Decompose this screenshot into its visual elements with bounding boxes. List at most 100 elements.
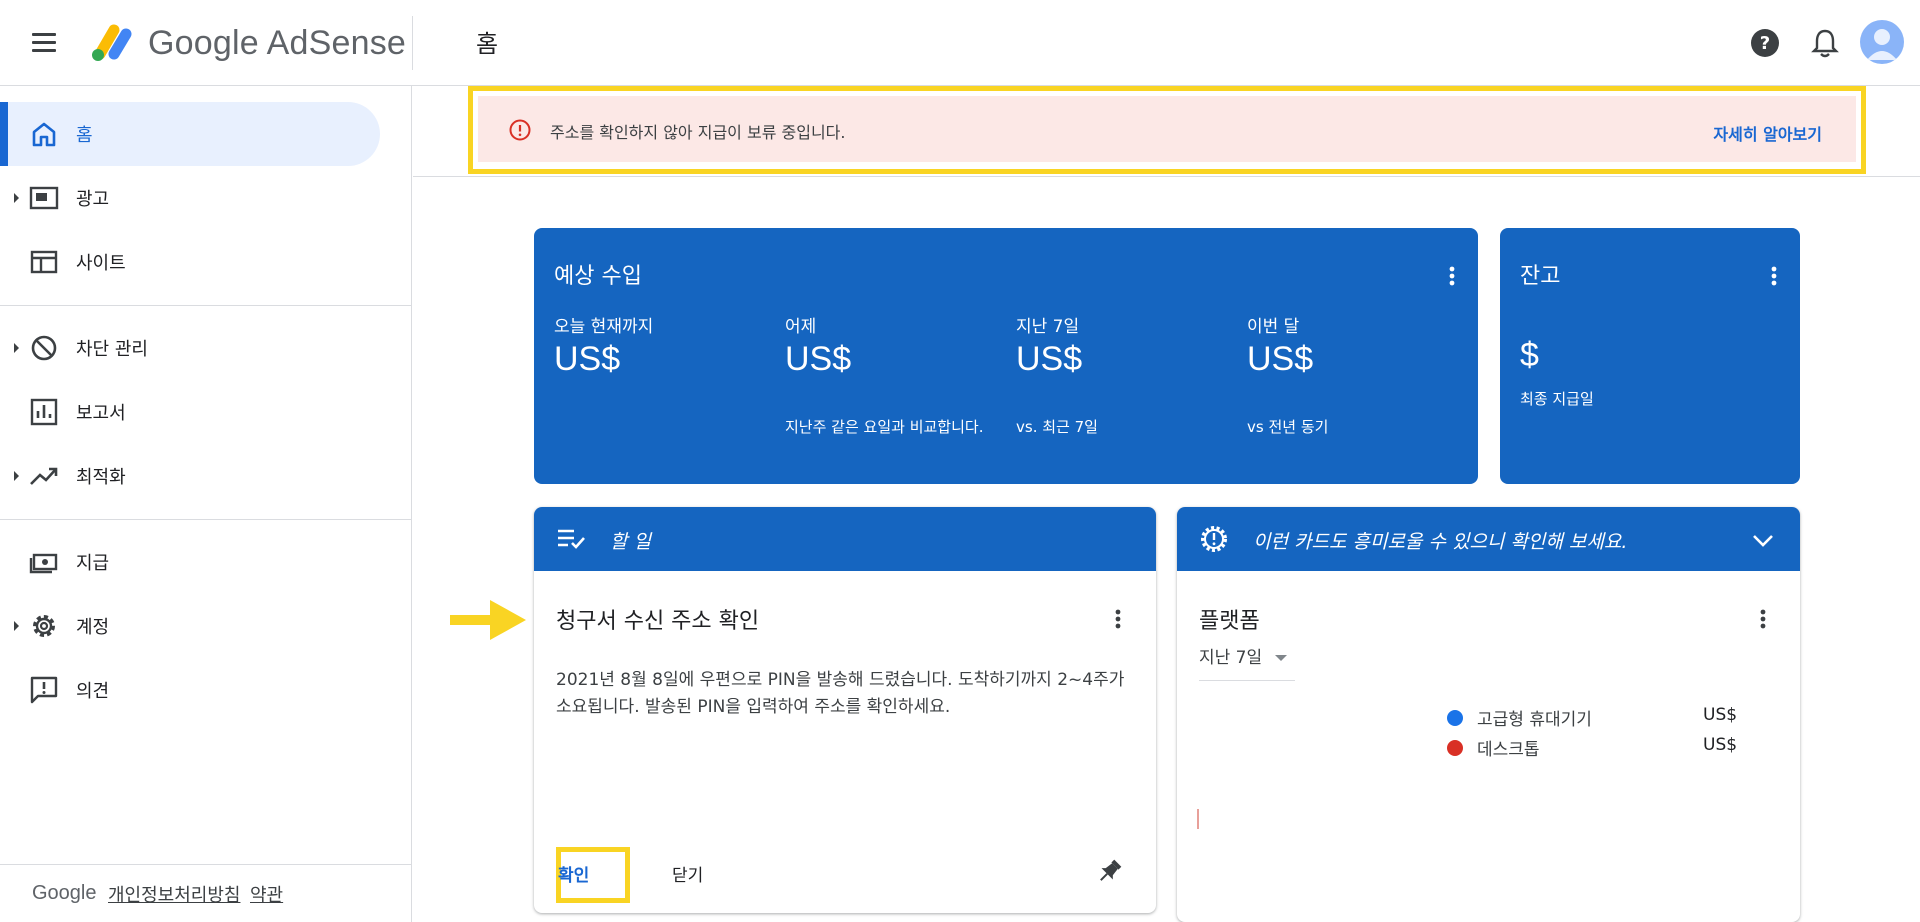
sidebar-item-account[interactable]: 계정 [0, 594, 380, 658]
sidebar-item-label: 광고 [76, 189, 110, 210]
stat-comparison: vs 전년 동기 [1247, 418, 1329, 436]
stat-value: US$ [1247, 340, 1314, 378]
alert-banner: 주소를 확인하지 않아 지급이 보류 중입니다. 자세히 알아보기 [478, 96, 1856, 162]
sites-icon [30, 250, 58, 274]
footer-google-text: Google [32, 882, 97, 904]
suggestion-header-title: 이런 카드도 흥미로울 수 있으니 확인해 보세요. [1253, 531, 1628, 553]
menu-icon[interactable] [30, 31, 60, 55]
top-app-bar: Google AdSense 홈 ? [0, 0, 1920, 86]
sidebar-item-home[interactable]: 홈 [0, 102, 380, 166]
svg-text:?: ? [1760, 33, 1770, 54]
stat-label: 오늘 현재까지 [554, 317, 654, 337]
sidebar-item-feedback[interactable]: 의견 [0, 658, 380, 722]
payments-icon [29, 553, 58, 574]
gear-icon [33, 615, 55, 637]
last-payment-label: 최종 지급일 [1520, 390, 1594, 408]
balance-card: 잔고 $ 최종 지급일 [1500, 228, 1800, 484]
suggestion-card: 이런 카드도 흥미로울 수 있으니 확인해 보세요. 플랫폼 지난 7일 고급형… [1177, 507, 1800, 922]
dismiss-button[interactable]: 닫기 [672, 861, 703, 886]
sidebar-divider [0, 519, 412, 520]
legend-name: 데스크톱 [1477, 740, 1540, 760]
trending-up-icon [30, 467, 58, 485]
stat-comparison: 지난주 같은 요일과 비교합니다. [785, 418, 984, 436]
brand-name: Google AdSense [148, 24, 406, 62]
learn-more-link[interactable]: 자세히 알아보기 [1713, 121, 1822, 145]
sidebar-divider [0, 305, 412, 306]
confirm-button[interactable]: 확인 [558, 861, 589, 886]
task-description: 2021년 8월 8일에 우편으로 PIN을 발송해 드렸습니다. 도착하기까지… [556, 670, 1125, 717]
more-vert-icon[interactable] [1440, 264, 1464, 288]
more-vert-icon[interactable] [1106, 607, 1130, 631]
expand-caret-icon [14, 471, 19, 481]
sidebar-item-label: 보고서 [76, 403, 126, 424]
balance-value: $ [1520, 336, 1539, 374]
todo-card: 할 일 청구서 수신 주소 확인 2021년 8월 8일에 우편으로 PIN을 … [534, 507, 1156, 913]
sidebar-item-label: 의견 [76, 681, 110, 702]
todo-header-title: 할 일 [610, 531, 651, 553]
sidebar-item-reports[interactable]: 보고서 [0, 380, 380, 444]
sidebar-item-label: 차단 관리 [76, 339, 148, 360]
expand-caret-icon [14, 193, 19, 203]
sidebar-item-label: 지급 [76, 553, 110, 574]
feedback-icon [30, 676, 58, 704]
legend-value: US$ [1703, 735, 1738, 755]
suggestion-card-header: 이런 카드도 흥미로울 수 있으니 확인해 보세요. [1177, 507, 1800, 571]
pin-icon[interactable] [1096, 857, 1124, 885]
chevron-down-icon[interactable] [1750, 527, 1776, 553]
task-title: 청구서 수신 주소 확인 [556, 609, 760, 634]
page-title: 홈 [476, 30, 499, 58]
legend-name: 고급형 휴대기기 [1477, 710, 1592, 730]
card-title: 예상 수입 [554, 264, 642, 289]
sidebar-item-label: 사이트 [76, 253, 126, 274]
ads-icon [29, 186, 59, 210]
platform-title: 플랫폼 [1199, 609, 1260, 634]
info-badge-icon [1201, 526, 1227, 552]
expand-caret-icon [14, 343, 19, 353]
terms-link[interactable]: 약관 [250, 881, 283, 907]
sidebar-footer: Google 개인정보처리방침 약관 [0, 864, 412, 922]
legend-value: US$ [1703, 705, 1738, 725]
chart-edge-mark [1197, 809, 1199, 829]
account-avatar[interactable] [1860, 20, 1904, 64]
checklist-icon [558, 529, 585, 549]
adsense-logo-icon [92, 24, 132, 61]
home-icon [32, 122, 56, 147]
stat-label: 이번 달 [1247, 317, 1300, 337]
content-divider [413, 176, 1920, 177]
reports-icon [30, 398, 58, 426]
sidebar-item-label: 계정 [76, 617, 110, 638]
stat-comparison: vs. 최근 7일 [1016, 418, 1098, 436]
more-vert-icon[interactable] [1762, 264, 1786, 288]
date-range-select[interactable]: 지난 7일 [1199, 643, 1295, 681]
stat-value: US$ [1016, 340, 1083, 378]
alert-message: 주소를 확인하지 않아 지급이 보류 중입니다. [550, 123, 846, 142]
block-icon [31, 335, 57, 361]
more-vert-icon[interactable] [1751, 607, 1775, 631]
stat-label: 어제 [785, 317, 817, 337]
legend-dot-red [1447, 740, 1463, 756]
legend-dot-blue [1447, 710, 1463, 726]
sidebar-item-optimization[interactable]: 최적화 [0, 444, 380, 508]
dropdown-caret-icon [1275, 655, 1287, 661]
sidebar-item-label: 홈 [76, 125, 93, 146]
stat-label: 지난 7일 [1016, 317, 1080, 337]
estimated-earnings-card: 예상 수입 오늘 현재까지 US$ 어제 US$ 지난주 같은 요일과 비교합니… [534, 228, 1478, 484]
stat-value: US$ [785, 340, 852, 378]
sidebar-item-ads[interactable]: 광고 [0, 166, 380, 230]
arrow-right-icon [450, 600, 526, 640]
expand-caret-icon [14, 621, 19, 631]
divider [412, 16, 413, 70]
sidebar-item-payments[interactable]: 지급 [0, 530, 380, 594]
card-title: 잔고 [1520, 264, 1561, 289]
stat-value: US$ [554, 340, 621, 378]
sidebar-item-block-controls[interactable]: 차단 관리 [0, 316, 380, 380]
privacy-policy-link[interactable]: 개인정보처리방침 [108, 881, 240, 907]
sidebar-item-sites[interactable]: 사이트 [0, 230, 380, 294]
sidebar-item-label: 최적화 [76, 467, 126, 488]
person-icon [1867, 29, 1897, 60]
date-range-value: 지난 7일 [1199, 648, 1263, 668]
todo-card-header: 할 일 [534, 507, 1156, 571]
notifications-bell-icon[interactable] [1808, 26, 1842, 60]
sidebar: 홈 광고 사이트 차단 관리 보고서 최적화 지급 계정 의견 Google 개 [0, 86, 412, 922]
help-icon[interactable]: ? [1748, 26, 1782, 60]
